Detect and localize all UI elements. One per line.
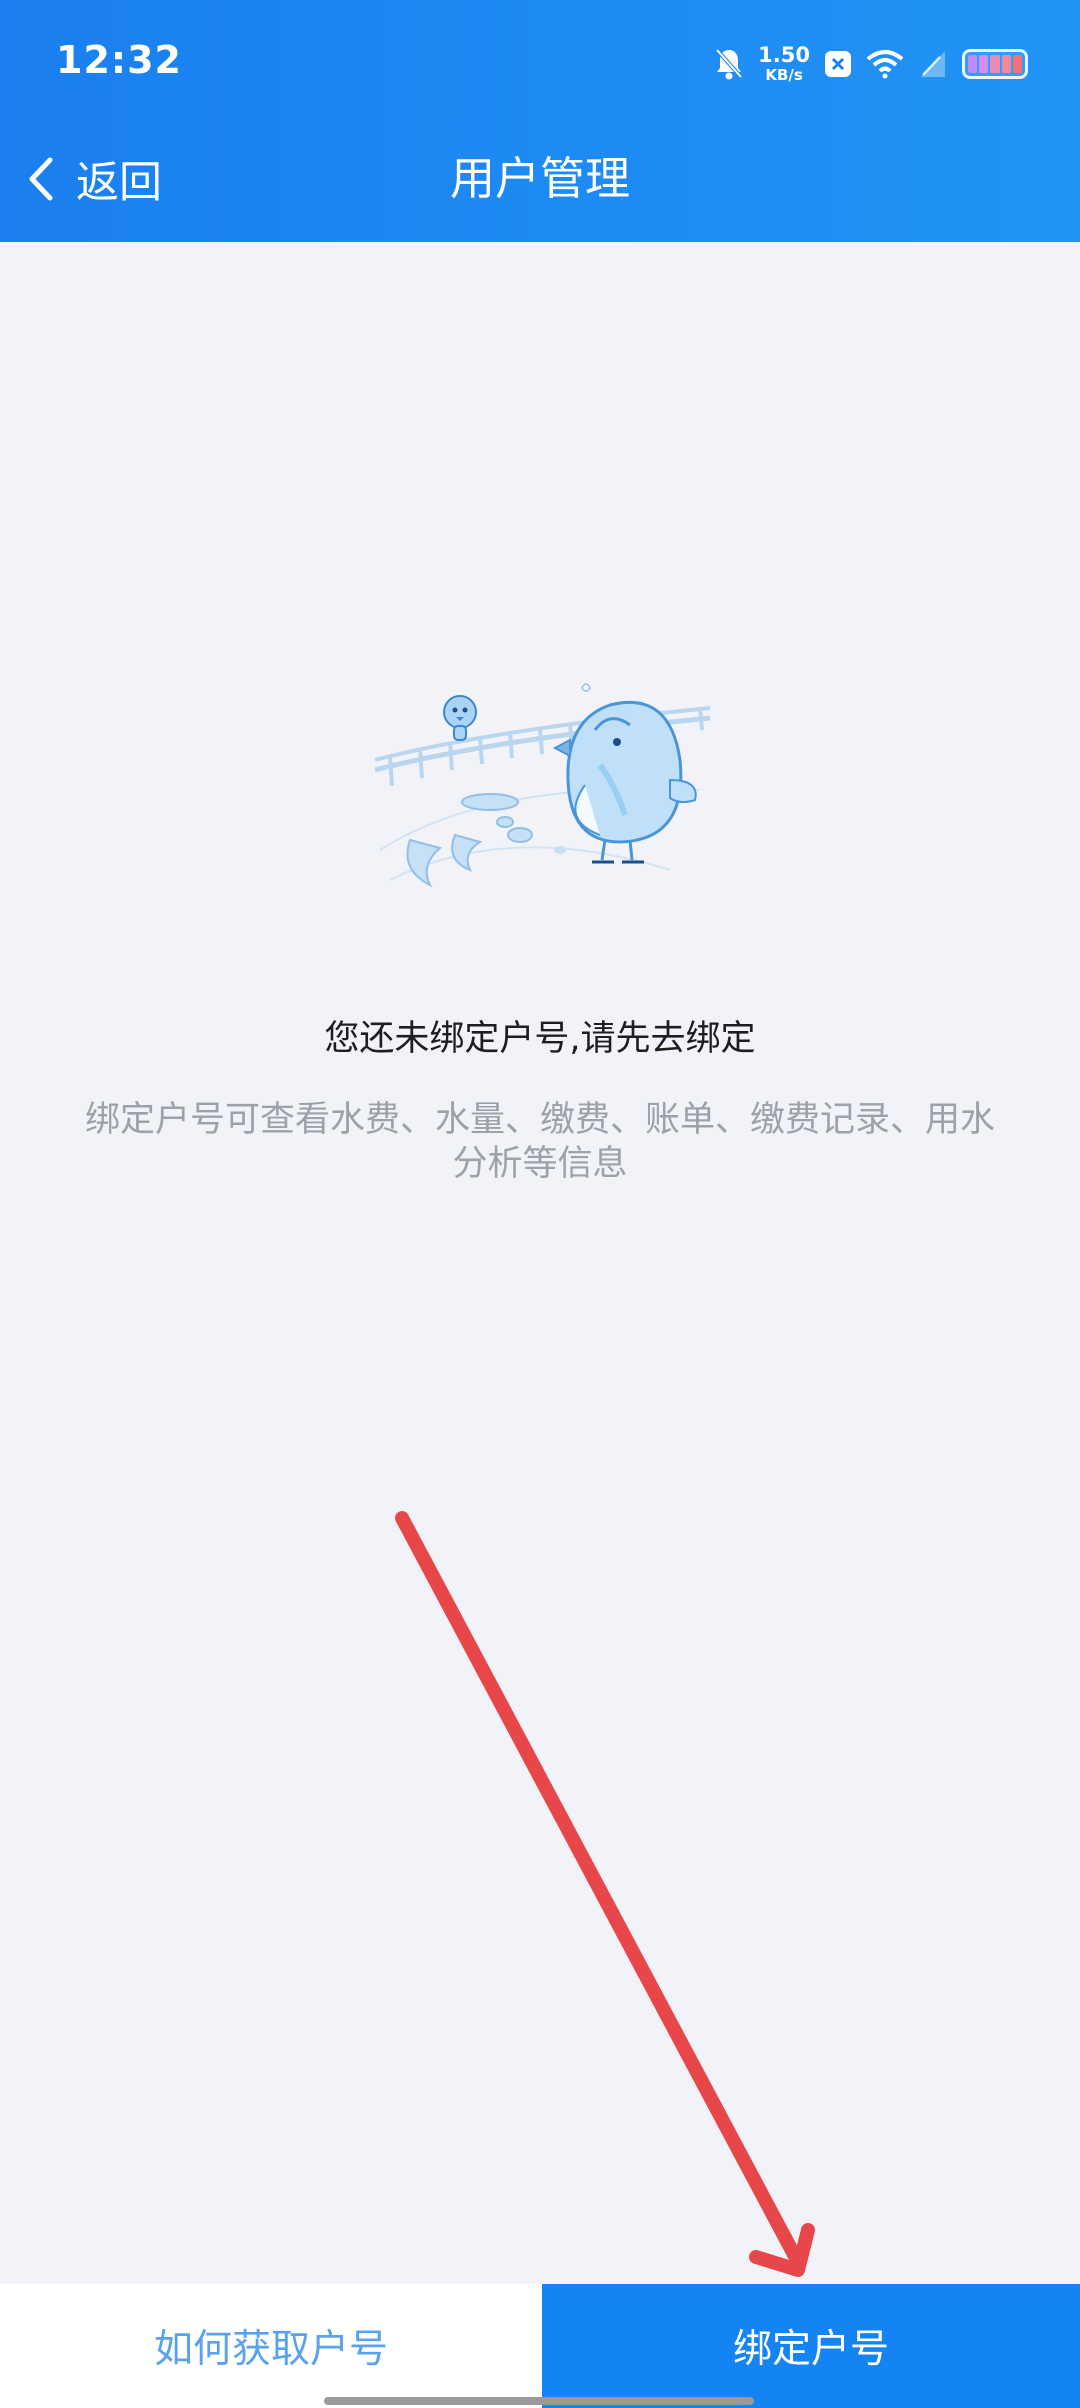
net-speed-value: 1.50 [758,43,810,67]
empty-state-title: 您还未绑定户号,请先去绑定 [324,1019,756,1059]
bind-account-button[interactable]: 绑定户号 [542,2284,1080,2408]
home-indicator[interactable] [324,2397,754,2405]
bottom-action-bar: 如何获取户号 绑定户号 [0,2284,1080,2408]
close-badge-icon [824,50,852,78]
battery-icon [962,49,1028,79]
app-header: 12:32 1.50 KB/s 返回 用户管理 [0,0,1080,242]
status-bar: 12:32 1.50 KB/s [0,0,1080,120]
wifi-icon [866,49,904,79]
empty-state-description: 绑定户号可查看水费、水量、缴费、账单、缴费记录、用水 分析等信息 [60,1098,1020,1186]
signal-icon [918,49,948,79]
status-icons: 1.50 KB/s [714,40,1028,88]
net-speed: 1.50 KB/s [758,45,810,83]
annotation-arrow [395,1511,815,2277]
page-title: 用户管理 [449,152,630,205]
net-speed-unit: KB/s [765,66,803,84]
how-to-get-account-button[interactable]: 如何获取户号 [0,2284,542,2408]
nav-bar: 返回 用户管理 [0,120,1080,242]
empty-state-illustration [370,670,720,910]
bell-off-icon [714,47,744,81]
empty-state-description-line2: 分析等信息 [452,1144,628,1184]
empty-state-description-line1: 绑定户号可查看水费、水量、缴费、账单、缴费记录、用水 [84,1100,995,1140]
status-time: 12:32 [56,38,182,82]
